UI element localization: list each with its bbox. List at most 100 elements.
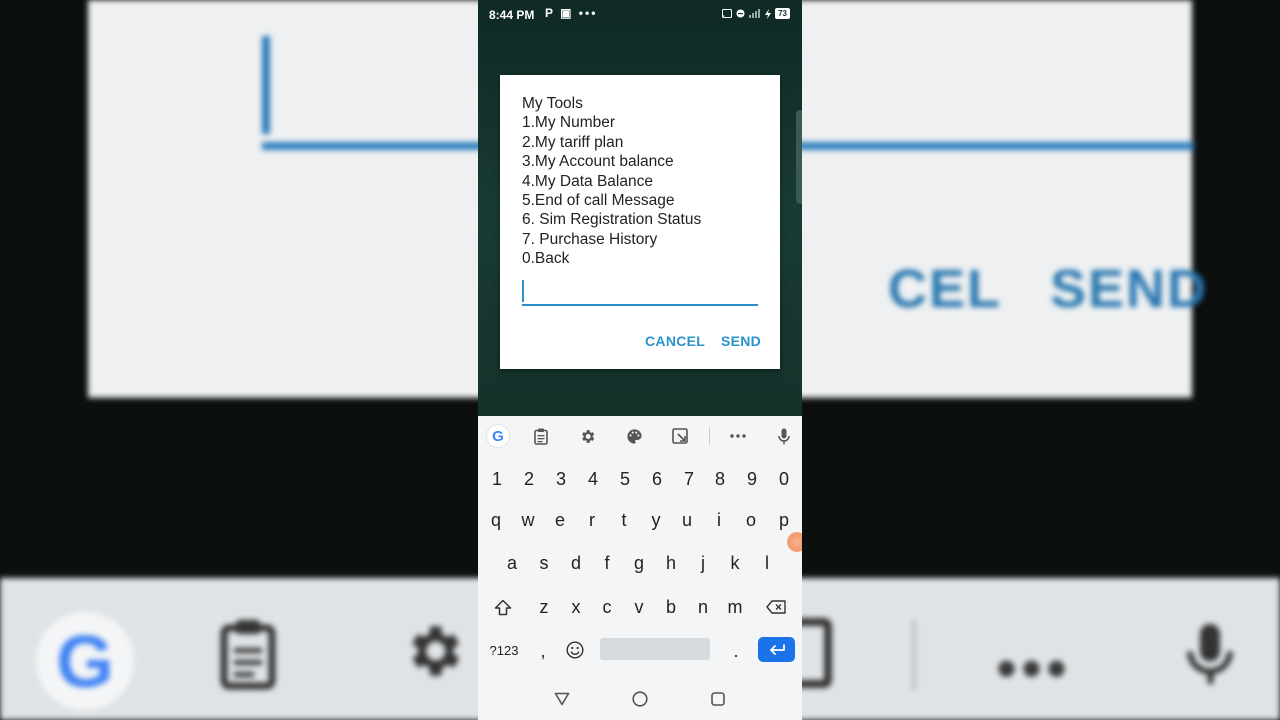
bg-more-icon: •••	[996, 635, 1072, 702]
home-circle-icon	[632, 691, 648, 707]
key-5[interactable]: 5	[610, 461, 640, 497]
status-bar: 8:44 PM P ▣ ••• 73	[478, 0, 802, 28]
key-7[interactable]: 7	[674, 461, 704, 497]
cast-icon	[722, 9, 733, 18]
resize-icon[interactable]	[669, 425, 691, 447]
navigation-bar	[478, 678, 802, 720]
ussd-option: 7. Purchase History	[522, 230, 658, 248]
key-u[interactable]: u	[672, 502, 702, 538]
key-z[interactable]: z	[529, 589, 559, 625]
bg-clipboard-icon	[218, 618, 278, 703]
dnd-icon	[736, 9, 745, 18]
gboard-keyboard: G 1 2 3 4 5 6 7 8 9 0 q w e r t y u i o …	[478, 416, 802, 678]
comma-key[interactable]: ,	[528, 633, 558, 669]
charging-icon	[765, 8, 772, 19]
recents-nav-button[interactable]	[707, 688, 729, 710]
back-nav-button[interactable]	[551, 688, 573, 710]
key-i[interactable]: i	[704, 502, 734, 538]
key-q[interactable]: q	[481, 502, 511, 538]
key-j[interactable]: j	[688, 545, 718, 581]
key-e[interactable]: e	[545, 502, 575, 538]
bg-mic-icon	[1180, 618, 1240, 703]
touch-indicator	[787, 532, 802, 552]
mic-icon[interactable]	[773, 425, 795, 447]
back-triangle-icon	[554, 692, 570, 706]
home-nav-button[interactable]	[629, 688, 651, 710]
emoji-key[interactable]	[560, 632, 590, 668]
key-f[interactable]: f	[592, 545, 622, 581]
key-6[interactable]: 6	[642, 461, 672, 497]
settings-icon[interactable]	[576, 425, 598, 447]
ussd-option: 2.My tariff plan	[522, 133, 624, 151]
text-caret	[522, 280, 524, 302]
ussd-option: 3.My Account balance	[522, 153, 674, 171]
google-icon[interactable]: G	[487, 425, 509, 447]
key-4[interactable]: 4	[578, 461, 608, 497]
ussd-reply-input[interactable]	[522, 278, 758, 306]
key-m[interactable]: m	[720, 589, 750, 625]
clipboard-icon[interactable]	[530, 425, 552, 447]
recents-square-icon	[711, 692, 725, 706]
edge-panel-handle[interactable]	[796, 110, 802, 204]
key-l[interactable]: l	[752, 545, 782, 581]
battery-indicator: 73	[775, 8, 790, 19]
backspace-icon	[766, 600, 786, 614]
ussd-option: 6. Sim Registration Status	[522, 211, 702, 229]
key-g[interactable]: g	[624, 545, 654, 581]
key-t[interactable]: t	[609, 502, 639, 538]
cancel-button[interactable]: CANCEL	[645, 333, 705, 349]
key-r[interactable]: r	[577, 502, 607, 538]
key-s[interactable]: s	[529, 545, 559, 581]
key-w[interactable]: w	[513, 502, 543, 538]
key-c[interactable]: c	[592, 589, 622, 625]
emoji-icon	[566, 641, 584, 659]
phone-screen: 8:44 PM P ▣ ••• 73 My Tools 1.My Number …	[478, 0, 802, 720]
enter-key[interactable]	[758, 637, 795, 662]
key-0[interactable]: 0	[769, 461, 799, 497]
key-3[interactable]: 3	[546, 461, 576, 497]
palette-icon[interactable]	[623, 425, 645, 447]
bg-input-caret	[262, 36, 270, 134]
bg-toolbar-separator	[912, 620, 916, 690]
key-y[interactable]: y	[641, 502, 671, 538]
key-b[interactable]: b	[656, 589, 686, 625]
key-a[interactable]: a	[497, 545, 527, 581]
key-2[interactable]: 2	[514, 461, 544, 497]
key-x[interactable]: x	[561, 589, 591, 625]
key-d[interactable]: d	[561, 545, 591, 581]
period-key[interactable]: .	[721, 633, 751, 669]
ussd-title: My Tools	[522, 95, 583, 112]
ussd-menu-text: My Tools 1.My Number 2.My tariff plan 3.…	[522, 94, 762, 269]
backspace-key[interactable]	[761, 589, 791, 625]
key-n[interactable]: n	[688, 589, 718, 625]
symbols-key[interactable]: ?123	[484, 632, 524, 668]
enter-icon	[769, 643, 785, 655]
ussd-option: 4.My Data Balance	[522, 172, 653, 190]
ussd-option: 5.End of call Message	[522, 192, 675, 210]
send-button[interactable]: SEND	[721, 333, 761, 349]
bg-cancel-text: CEL	[888, 259, 1002, 319]
bg-send-text: SEND	[1050, 259, 1209, 319]
shift-icon	[494, 599, 512, 615]
key-9[interactable]: 9	[737, 461, 767, 497]
key-k[interactable]: k	[720, 545, 750, 581]
key-v[interactable]: v	[624, 589, 654, 625]
space-bar[interactable]	[600, 638, 710, 660]
key-o[interactable]: o	[736, 502, 766, 538]
shift-key[interactable]	[488, 589, 518, 625]
bg-settings-icon	[400, 618, 466, 697]
keyboard-toolbar: G	[478, 416, 802, 454]
signal-icon	[749, 9, 761, 18]
bg-google-icon: G	[36, 612, 134, 710]
key-h[interactable]: h	[656, 545, 686, 581]
key-1[interactable]: 1	[482, 461, 512, 497]
more-icon[interactable]	[727, 425, 749, 447]
ussd-option: 1.My Number	[522, 114, 616, 132]
ussd-option-back: 0.Back	[522, 250, 570, 268]
ussd-dialog: My Tools 1.My Number 2.My tariff plan 3.…	[500, 75, 780, 369]
key-8[interactable]: 8	[705, 461, 735, 497]
screen: CEL SEND G ••• 8:44 PM P ▣ ••• 73 My Too…	[0, 0, 1280, 720]
toolbar-separator	[709, 427, 710, 445]
status-right-icons: 73	[722, 8, 790, 19]
status-time: 8:44 PM	[489, 8, 535, 22]
